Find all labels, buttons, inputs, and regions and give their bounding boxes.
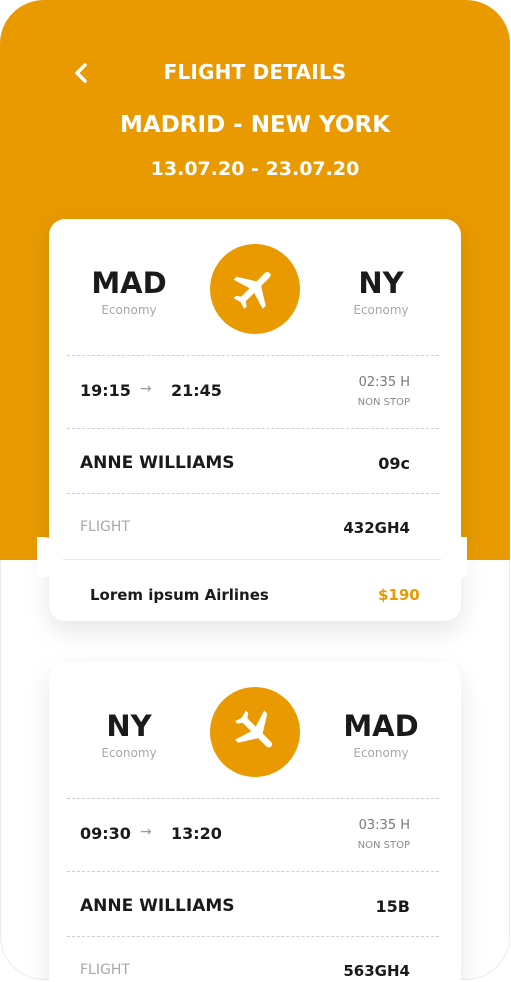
flight-number: 432GH4	[343, 519, 410, 537]
destination-class: Economy	[353, 746, 409, 760]
origin-code: MAD	[91, 266, 167, 300]
stops-info: NON STOP	[357, 840, 410, 851]
arrival-time: 13:20	[171, 824, 222, 843]
page-title: FLIGHT DETAILS	[163, 60, 347, 84]
flight-duration: 03:35 H	[358, 818, 410, 833]
ticket-card-return[interactable]: NY Economy MAD Economy 09:30 → 13:20 03:…	[49, 662, 461, 980]
airplane-icon	[233, 271, 271, 309]
origin-class: Economy	[101, 303, 157, 317]
airplane-landing-icon	[235, 710, 273, 748]
airline-name: Lorem ipsum Airlines	[90, 586, 269, 604]
flight-number: 563GH4	[343, 962, 410, 980]
divider	[67, 493, 439, 494]
divider	[67, 936, 439, 937]
ticket-tear-line	[63, 559, 441, 560]
divider	[67, 355, 439, 356]
ticket-card-outbound[interactable]: MAD Economy NY Economy 19:15 → 21:45 02:…	[49, 219, 461, 621]
origin-code: NY	[106, 709, 152, 743]
destination-code: NY	[358, 266, 404, 300]
arrow-right-icon: →	[140, 381, 152, 397]
phone-screen: FLIGHT DETAILS MADRID - NEW YORK 13.07.2…	[0, 0, 510, 980]
route-title: MADRID - NEW YORK	[120, 112, 390, 138]
travel-dates: 13.07.20 - 23.07.20	[150, 158, 360, 180]
destination-class: Economy	[353, 303, 409, 317]
arrow-right-icon: →	[140, 824, 152, 840]
departure-time: 09:30	[80, 824, 131, 843]
passenger-name: ANNE WILLIAMS	[80, 896, 235, 916]
flight-duration: 02:35 H	[358, 375, 410, 390]
passenger-name: ANNE WILLIAMS	[80, 453, 235, 473]
divider	[67, 871, 439, 872]
plane-badge	[210, 244, 300, 334]
seat-number: 15B	[375, 897, 410, 916]
stops-info: NON STOP	[357, 397, 410, 408]
flight-label: FLIGHT	[80, 962, 130, 978]
destination-code: MAD	[343, 709, 419, 743]
divider	[67, 798, 439, 799]
departure-time: 19:15	[80, 381, 131, 400]
arrival-time: 21:45	[171, 381, 222, 400]
ticket-price: $190	[378, 586, 420, 604]
divider	[67, 428, 439, 429]
plane-badge	[210, 687, 300, 777]
flight-label: FLIGHT	[80, 519, 130, 535]
seat-number: 09c	[378, 454, 410, 473]
origin-class: Economy	[101, 746, 157, 760]
